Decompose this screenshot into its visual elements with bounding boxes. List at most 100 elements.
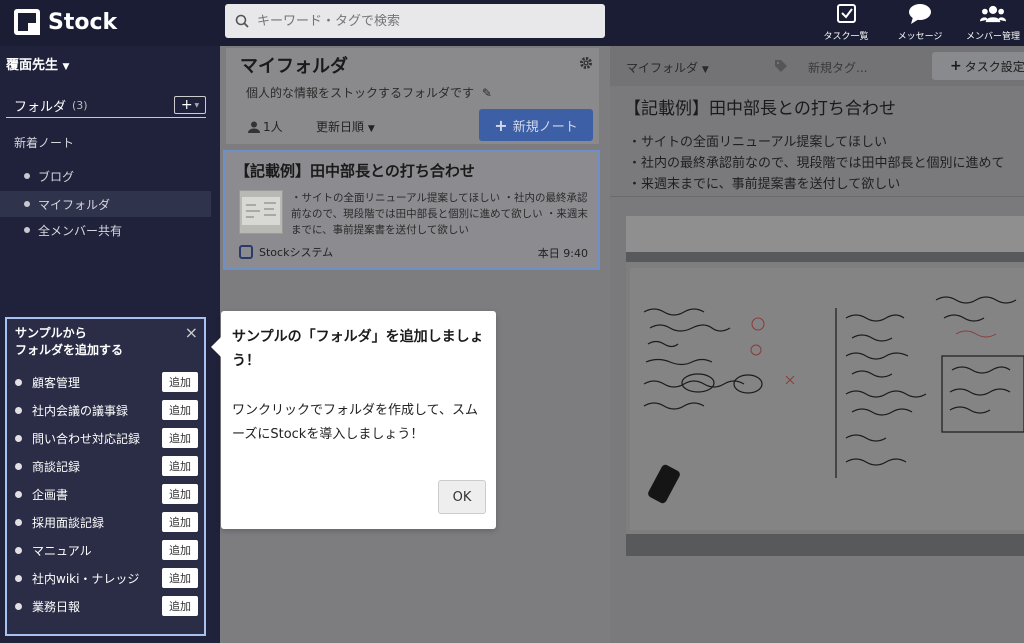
logo-icon: [14, 9, 40, 35]
sample-item-label: 商談記録: [32, 459, 81, 474]
popover-title: サンプルの「フォルダ」を追加しましょう！: [232, 329, 484, 369]
add-sample-button[interactable]: 追加: [162, 596, 198, 616]
caret-down-icon: ▼: [62, 62, 70, 72]
tag-icon: [775, 60, 787, 72]
note-line: ・社内の最終承認前なので、現段階では田中部長と個別に進めて: [628, 156, 1005, 171]
add-sample-button[interactable]: 追加: [162, 568, 198, 588]
sample-item: マニュアル 追加: [7, 539, 204, 561]
folder-header: マイフォルダ 個人的な情報をストックするフォルダです ✎ 1人 更新日順 ▼ +…: [226, 48, 599, 144]
nav-messages-label: メッセージ: [897, 32, 943, 42]
search-box[interactable]: [225, 4, 605, 38]
onboarding-popover: サンプルの「フォルダ」を追加しましょう！ ワンクリックでフォルダを作成して、スム…: [211, 311, 496, 529]
add-sample-button[interactable]: 追加: [162, 484, 198, 504]
member-count[interactable]: 1人: [248, 118, 283, 135]
task-settings-label: タスク設定: [964, 59, 1024, 74]
bullet-icon: [15, 518, 22, 526]
new-tag-input[interactable]: 新規タグ...: [808, 59, 867, 76]
sidebar-item-label: 全メンバー共有: [38, 223, 123, 238]
nav-tasks[interactable]: タスク一覧: [818, 2, 874, 44]
note-author-name: Stockシステム: [259, 246, 334, 259]
add-sample-button[interactable]: 追加: [162, 456, 198, 476]
search-icon: [235, 14, 249, 28]
search-input[interactable]: [257, 13, 587, 29]
pencil-icon[interactable]: ✎: [482, 86, 492, 100]
chat-bubble-icon: [909, 4, 931, 24]
add-folder-button[interactable]: + ▼: [174, 96, 206, 114]
sample-item: 社内wiki・ナレッジ 追加: [7, 567, 204, 589]
stock-logo-icon: [239, 245, 253, 259]
add-sample-button[interactable]: 追加: [162, 512, 198, 532]
bullet-icon: [15, 406, 22, 414]
popover-body: ワンクリックでフォルダを作成して、スムーズにStockを導入しましょう！: [232, 403, 478, 442]
new-note-button[interactable]: + 新規ノート: [479, 109, 593, 141]
sort-label: 更新日順: [316, 120, 365, 134]
user-menu[interactable]: 覆面先生 ▼: [6, 54, 69, 73]
sidebar-item-my-folder[interactable]: マイフォルダ: [0, 191, 211, 217]
whiteboard-photo: [626, 216, 1024, 556]
sort-dropdown[interactable]: 更新日順 ▼: [316, 118, 375, 135]
folders-header: フォルダ (3) + ▼: [6, 94, 206, 118]
note-title: 【記載例】田中部長との打ち合わせ: [235, 162, 475, 180]
add-sample-button[interactable]: 追加: [162, 400, 198, 420]
sample-item: 企画書 追加: [7, 483, 204, 505]
plus-icon: +: [950, 58, 962, 74]
bullet-icon: [15, 574, 22, 582]
plus-icon: +: [180, 97, 193, 113]
logo[interactable]: Stock: [14, 8, 117, 36]
note-card[interactable]: 【記載例】田中部長との打ち合わせ ・サイトの全面リニューアル提案してほしい ・社…: [223, 150, 600, 270]
new-notes-link[interactable]: 新着ノート: [14, 134, 74, 151]
sample-item-label: 社内wiki・ナレッジ: [32, 571, 140, 586]
add-sample-button[interactable]: 追加: [162, 540, 198, 560]
note-detail-body[interactable]: ・サイトの全面リニューアル提案してほしい ・社内の最終承認前なので、現段階では田…: [628, 132, 1004, 195]
bullet-icon: [15, 602, 22, 610]
folder-description[interactable]: 個人的な情報をストックするフォルダです ✎: [246, 84, 492, 101]
plus-icon: +: [494, 115, 508, 135]
bullet-icon: [15, 434, 22, 442]
nav-messages[interactable]: メッセージ: [890, 2, 950, 44]
sidebar-item-blog[interactable]: ブログ: [0, 163, 211, 189]
nav-members-label: メンバー管理: [965, 32, 1020, 42]
bullet-icon: [15, 490, 22, 498]
sample-item: 業務日報 追加: [7, 595, 204, 617]
sample-folder-panel: サンプルから フォルダを追加する × 顧客管理 追加 社内会議の議事録 追加 問い合…: [5, 317, 206, 636]
folder-description-text: 個人的な情報をストックするフォルダです: [246, 86, 475, 100]
users-icon: [980, 5, 1006, 23]
bullet-icon: [24, 227, 30, 233]
close-icon[interactable]: ×: [185, 323, 198, 342]
sidebar-item-all-members[interactable]: 全メンバー共有: [0, 217, 211, 243]
sample-item-label: 採用面談記録: [32, 515, 105, 530]
note-detail-title[interactable]: 【記載例】田中部長との打ち合わせ: [624, 94, 896, 119]
folders-count: (3): [72, 99, 88, 112]
sample-item-label: 業務日報: [32, 599, 81, 614]
sidebar-item-label: マイフォルダ: [38, 197, 111, 212]
bullet-icon: [15, 462, 22, 470]
bullet-icon: [24, 201, 30, 207]
note-line: ・来週末までに、事前提案書を送付して欲しい: [628, 177, 901, 192]
sample-item: 問い合わせ対応記録 追加: [7, 427, 204, 449]
folder-title: マイフォルダ: [240, 56, 348, 77]
sample-item-label: 企画書: [32, 487, 69, 502]
folder-select[interactable]: マイフォルダ ▼: [626, 59, 709, 76]
member-count-text: 1人: [263, 120, 283, 134]
ok-button[interactable]: OK: [438, 480, 486, 514]
task-settings-button[interactable]: + タスク設定: [932, 52, 1024, 80]
whiteboard-image-icon: [626, 216, 1024, 556]
note-detail-column: マイフォルダ ▼ 新規タグ... + タスク設定 【記載例】田中部長との打ち合わ…: [610, 46, 1024, 643]
divider: [610, 196, 1024, 197]
logo-text: Stock: [48, 9, 118, 35]
top-bar: Stock タスク一覧 メッセージ メンバー管理: [0, 0, 1024, 46]
folder-select-label: マイフォルダ: [626, 61, 699, 75]
check-square-icon: [837, 4, 856, 23]
gear-icon[interactable]: [579, 56, 593, 70]
bullet-icon: [15, 546, 22, 554]
bullet-icon: [15, 378, 22, 386]
note-line: ・サイトの全面リニューアル提案してほしい: [628, 135, 887, 150]
nav-members[interactable]: メンバー管理: [962, 2, 1024, 44]
add-sample-button[interactable]: 追加: [162, 372, 198, 392]
sample-item: 商談記録 追加: [7, 455, 204, 477]
note-excerpt: ・サイトの全面リニューアル提案してほしい ・社内の最終承認前なので、現段階では田…: [291, 192, 588, 236]
caret-down-icon: ▼: [367, 124, 375, 134]
sample-item-label: 顧客管理: [32, 375, 81, 390]
add-sample-button[interactable]: 追加: [162, 428, 198, 448]
sample-title-line1: サンプルから: [15, 326, 87, 340]
